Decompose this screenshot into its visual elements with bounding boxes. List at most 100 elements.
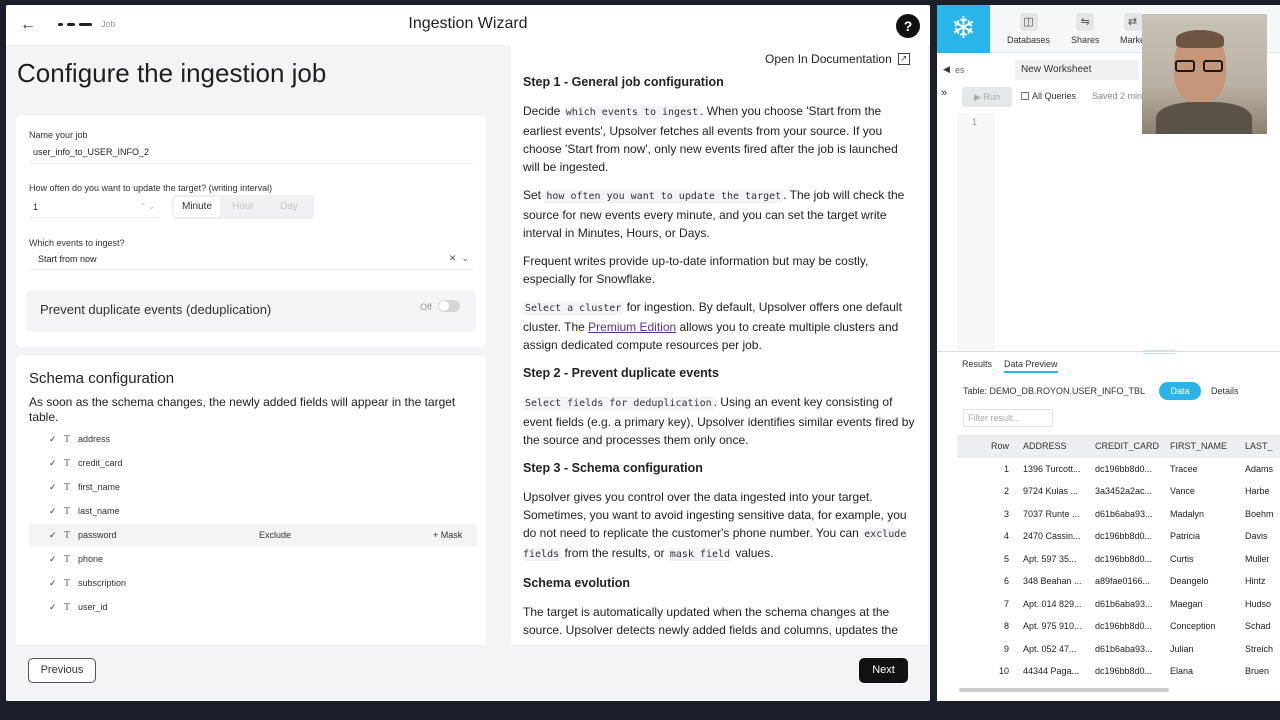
doc-code: Select a cluster bbox=[523, 302, 624, 315]
premium-edition-link[interactable]: Premium Edition bbox=[588, 320, 676, 334]
run-button[interactable]: ▶ Run bbox=[962, 87, 1012, 107]
unit-day[interactable]: Day bbox=[266, 197, 312, 217]
nav-databases[interactable]: ◫ Databases bbox=[1007, 13, 1050, 45]
check-icon[interactable]: ✓ bbox=[49, 458, 61, 469]
collapse-left-icon[interactable]: ◀ bbox=[943, 64, 950, 75]
cell: 1 bbox=[1003, 463, 1009, 474]
tab-results[interactable]: Results bbox=[962, 359, 992, 373]
schema-field-row[interactable]: ✓ Tfirst_name bbox=[29, 476, 477, 498]
schema-field-row-hovered[interactable]: ✓ Tpassword Exclude + Mask bbox=[29, 524, 477, 546]
marketplace-icon: ⇄ bbox=[1123, 13, 1142, 31]
interval-unit-selector: Minute Hour Day bbox=[172, 195, 314, 219]
text-type-icon: T bbox=[64, 505, 71, 517]
doc-code: Select fields for deduplication bbox=[523, 397, 714, 410]
cell: Harbe bbox=[1245, 486, 1270, 497]
schema-field-row[interactable]: ✓ Tlast_name bbox=[29, 500, 477, 522]
table-row[interactable]: 2 9724 Kulas ... 3a3452a2ac... Vance Harbe bbox=[957, 480, 1280, 503]
schema-title: Schema configuration bbox=[29, 370, 175, 387]
exclude-button[interactable]: Exclude bbox=[259, 530, 291, 540]
worksheet-tab[interactable]: es bbox=[955, 65, 965, 75]
doc-heading: Schema evolution bbox=[523, 576, 630, 590]
check-icon[interactable]: ✓ bbox=[49, 434, 61, 445]
cell: 348 Beahan ... bbox=[1023, 576, 1082, 587]
check-icon[interactable]: ✓ bbox=[49, 554, 61, 565]
job-settings-card: Name your job user_info_to_USER_INFO_2 H… bbox=[16, 115, 486, 347]
table-row[interactable]: 10 44344 Paga... dc196bb8d0... Elana Bruen bbox=[957, 660, 1280, 683]
checkbox[interactable] bbox=[1021, 92, 1029, 100]
run-label: Run bbox=[983, 92, 1000, 102]
chevron-down-icon[interactable]: ⌄ bbox=[461, 253, 469, 263]
events-select[interactable]: Start from now ✕ ⌄ bbox=[29, 248, 473, 270]
schema-field-row[interactable]: ✓ Tcredit_card bbox=[29, 452, 477, 474]
filter-input[interactable]: Filter result... bbox=[963, 409, 1053, 427]
schema-field-row[interactable]: ✓ Tsubscription bbox=[29, 572, 477, 594]
unit-minute[interactable]: Minute bbox=[174, 197, 220, 217]
cell: Apt. 975 910... bbox=[1023, 621, 1082, 632]
snowflake-logo-icon[interactable]: ❄ bbox=[937, 5, 990, 53]
all-queries-checkbox[interactable]: All Queries bbox=[1021, 91, 1076, 101]
column-header[interactable]: FIRST_NAME bbox=[1164, 441, 1239, 451]
details-button[interactable]: Details bbox=[1211, 386, 1239, 396]
mask-button[interactable]: + Mask bbox=[433, 530, 462, 540]
table-row[interactable]: 5 Apt. 597 35... dc196bb8d0... Curtis Muller bbox=[957, 548, 1280, 571]
check-icon[interactable]: ✓ bbox=[49, 602, 61, 613]
cell: Patricia bbox=[1170, 531, 1201, 542]
previous-button[interactable]: Previous bbox=[28, 658, 96, 683]
table-row[interactable]: 4 2470 Cassin... dc196bb8d0... Patricia Davi… bbox=[957, 525, 1280, 548]
data-button[interactable]: Data bbox=[1159, 382, 1201, 400]
cell: dc196bb8d0... bbox=[1095, 666, 1153, 677]
interval-stepper[interactable]: 1 ⌃ ⌄ bbox=[29, 196, 159, 218]
external-link-icon: ↗ bbox=[897, 53, 910, 65]
text-type-icon: T bbox=[64, 433, 71, 445]
schema-field-row[interactable]: ✓ Tuser_id bbox=[29, 596, 477, 618]
cell: 8 bbox=[1003, 621, 1009, 632]
column-header[interactable]: Row bbox=[957, 441, 1013, 451]
cell: Apt. 597 35... bbox=[1023, 553, 1077, 564]
saved-status: Saved 2 min bbox=[1092, 91, 1143, 101]
column-header[interactable]: ADDRESS bbox=[1013, 441, 1089, 451]
worksheet-tab-active[interactable]: New Worksheet bbox=[1015, 60, 1139, 80]
field-name: address bbox=[78, 434, 111, 444]
cell: 4 bbox=[1003, 531, 1009, 542]
cell: 5 bbox=[1003, 553, 1009, 564]
doc-text: Upsolver gives you control over the data… bbox=[523, 490, 907, 540]
text-type-icon: T bbox=[64, 457, 71, 469]
column-header[interactable]: CREDIT_CARD bbox=[1089, 441, 1164, 451]
nav-shares[interactable]: ⇋ Shares bbox=[1071, 13, 1100, 45]
check-icon[interactable]: ✓ bbox=[49, 482, 61, 493]
field-name: credit_card bbox=[78, 458, 123, 468]
interval-label: How often do you want to update the targ… bbox=[29, 183, 273, 193]
check-icon[interactable]: ✓ bbox=[49, 578, 61, 589]
result-grid: Row ADDRESS CREDIT_CARD FIRST_NAME LAST_… bbox=[957, 435, 1280, 683]
stepper-arrows-icon[interactable]: ⌃ ⌄ bbox=[139, 202, 155, 211]
tab-data-preview[interactable]: Data Preview bbox=[1004, 359, 1058, 373]
schema-field-row[interactable]: ✓ Taddress bbox=[29, 428, 477, 450]
help-icon[interactable]: ? bbox=[896, 14, 920, 38]
column-header[interactable]: LAST_ bbox=[1239, 441, 1280, 451]
text-type-icon: T bbox=[64, 601, 71, 613]
doc-paragraph: Upsolver gives you control over the data… bbox=[523, 488, 917, 564]
table-row[interactable]: 3 7037 Runte ... d61b6aba93... Madalyn Boehm bbox=[957, 503, 1280, 526]
sql-editor[interactable] bbox=[957, 113, 1280, 351]
documentation-body: Step 1 - General job configuration Decid… bbox=[523, 67, 917, 645]
unit-hour[interactable]: Hour bbox=[220, 197, 266, 217]
horizontal-scrollbar[interactable] bbox=[959, 688, 1169, 692]
table-row[interactable]: 8 Apt. 975 910... dc196bb8d0... Conception S… bbox=[957, 615, 1280, 638]
nav-label: Shares bbox=[1071, 35, 1100, 45]
check-icon[interactable]: ✓ bbox=[49, 506, 61, 517]
table-row[interactable]: 6 348 Beahan ... a89fae0166... Deangelo Hint… bbox=[957, 570, 1280, 593]
open-documentation-link[interactable]: Open In Documentation ↗ bbox=[765, 52, 910, 66]
schema-field-row[interactable]: ✓ Tphone bbox=[29, 548, 477, 570]
expand-sidebar-icon[interactable]: » bbox=[941, 87, 947, 99]
table-row[interactable]: 9 Apt. 052 47... d61b6aba93... Julian Streic… bbox=[957, 638, 1280, 661]
cell: Julian bbox=[1170, 643, 1194, 654]
table-row[interactable]: 1 1396 Turcott... dc196bb8d0... Tracee Adams bbox=[957, 458, 1280, 481]
next-button[interactable]: Next bbox=[859, 658, 908, 683]
job-name-input[interactable]: user_info_to_USER_INFO_2 bbox=[29, 142, 473, 164]
dedup-toggle[interactable] bbox=[438, 300, 460, 312]
check-icon[interactable]: ✓ bbox=[49, 530, 61, 541]
cell: d61b6aba93... bbox=[1095, 598, 1153, 609]
table-row[interactable]: 7 Apt. 014 829... d61b6aba93... Maegan Hudso bbox=[957, 593, 1280, 616]
clear-icon[interactable]: ✕ bbox=[449, 253, 457, 263]
resize-handle[interactable] bbox=[1143, 350, 1175, 354]
